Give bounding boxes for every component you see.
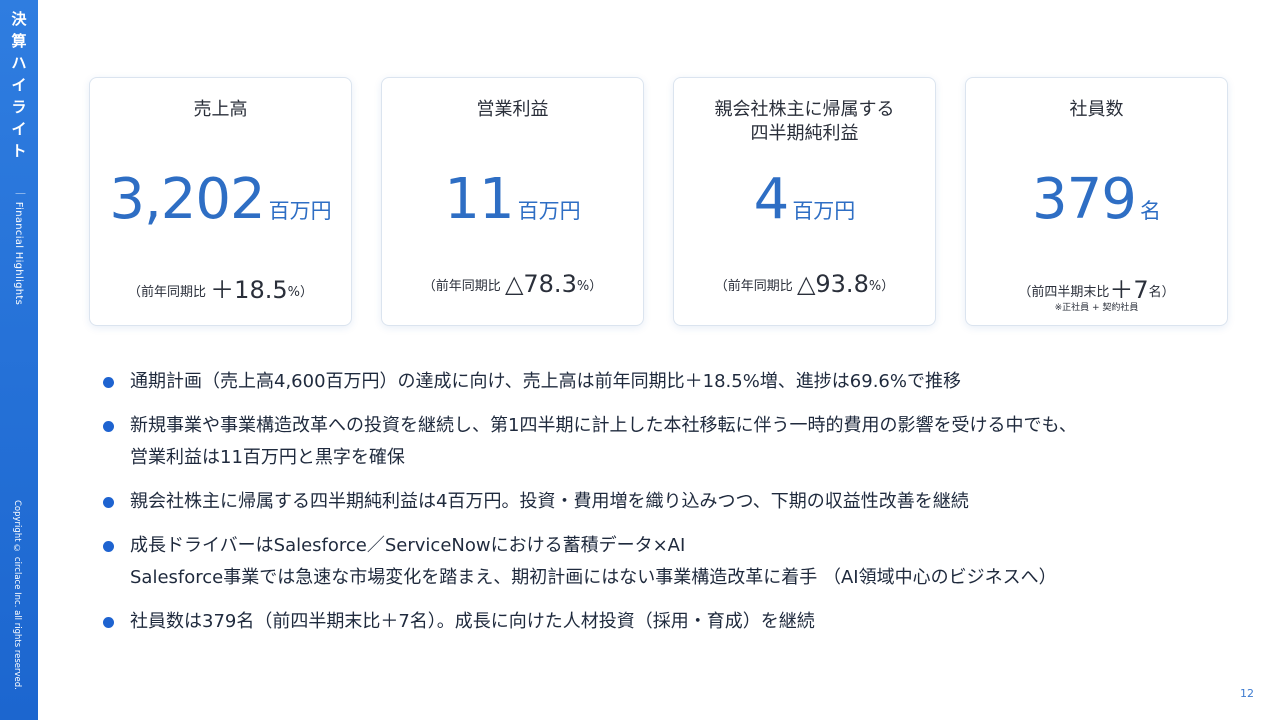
compare-prefix: （前四半期末比 [1018, 285, 1110, 300]
card-value-unit: 百万円 [268, 199, 332, 223]
compare-prefix: （前年同期比 [714, 279, 793, 294]
card-title: 売上高 [193, 99, 248, 120]
compare-prefix: （前年同期比 [128, 285, 207, 300]
card-net-income: 親会社株主に帰属する 四半期純利益 4 百万円 （前年同期比 △93.8%） [673, 77, 936, 326]
bullet-line: Salesforce事業では急速な市場変化を踏まえ、期初計画にはない事業構造改革… [130, 567, 1057, 588]
section-subtitle-text: Financial Highlights [13, 201, 24, 306]
bullet-item: 親会社株主に帰属する四半期純利益は4百万円。投資・費用増を織り込みつつ、下期の収… [100, 486, 1220, 518]
bullet-item: 新規事業や事業構造改革への投資を継続し、第1四半期に計上した本社移転に伴う一時的… [100, 410, 1220, 474]
sidebar: 決 算 ハ イ ラ イ ト ｜ Financial Highlights Cop… [0, 0, 38, 720]
card-value: 11 百万円 [382, 170, 643, 230]
card-value-unit: 名 [1139, 199, 1161, 223]
bullet-dot-icon [103, 497, 114, 508]
card-value-number: 379 [1032, 167, 1137, 232]
bullet-item: 成長ドライバーはSalesforce／ServiceNowにおける蓄積データ×A… [100, 530, 1220, 594]
card-revenue: 売上高 3,202 百万円 （前年同期比 ＋18.5%） [89, 77, 352, 326]
highlight-bullets: 通期計画（売上高4,600百万円）の達成に向け、売上高は前年同期比＋18.5%増… [100, 366, 1220, 650]
card-value: 3,202 百万円 [90, 170, 351, 230]
bullet-dot-icon [103, 377, 114, 388]
section-title-char: ラ [11, 98, 27, 116]
section-title-char: イ [11, 76, 27, 94]
card-value-number: 11 [444, 167, 514, 232]
bullet-line: 親会社株主に帰属する四半期純利益は4百万円。投資・費用増を織り込みつつ、下期の収… [130, 491, 969, 512]
card-title: 親会社株主に帰属する 四半期純利益 [714, 99, 895, 144]
card-value: 4 百万円 [674, 170, 935, 230]
compare-value: ＋18.5 [210, 276, 288, 304]
bullet-dot-icon [103, 421, 114, 432]
card-title: 社員数 [1069, 99, 1124, 120]
card-value: 379 名 [966, 170, 1227, 230]
highlight-cards: 売上高 3,202 百万円 （前年同期比 ＋18.5%） 営業利益 11 百万円 （… [89, 77, 1230, 326]
card-compare: （前年同期比 ＋18.5%） [90, 270, 351, 305]
card-value-unit: 百万円 [792, 199, 856, 223]
section-title-char: 決 [11, 10, 27, 28]
section-title-char: イ [11, 120, 27, 138]
card-employees: 社員数 379 名 （前四半期末比＋7名） ※正社員 + 契約社員 [965, 77, 1228, 326]
bullet-line: 社員数は379名（前四半期末比＋7名）。成長に向けた人材投資（採用・育成）を継続 [130, 611, 815, 632]
bullet-line: 新規事業や事業構造改革への投資を継続し、第1四半期に計上した本社移転に伴う一時的… [130, 415, 1077, 436]
card-value-number: 3,202 [109, 167, 265, 232]
card-compare: （前年同期比 △78.3%） [382, 270, 643, 298]
card-title: 営業利益 [476, 99, 549, 120]
bullet-dot-icon [103, 617, 114, 628]
bullet-line: 通期計画（売上高4,600百万円）の達成に向け、売上高は前年同期比＋18.5%増… [130, 371, 961, 392]
section-divider: ｜ [13, 188, 24, 199]
card-compare: （前年同期比 △93.8%） [674, 270, 935, 298]
compare-suffix: %） [868, 279, 895, 294]
compare-value: △78.3 [504, 270, 577, 298]
bullet-line: 営業利益は11百万円と黒字を確保 [130, 447, 405, 468]
compare-prefix: （前年同期比 [422, 279, 501, 294]
card-operating-profit: 営業利益 11 百万円 （前年同期比 △78.3%） [381, 77, 644, 326]
copyright: Copyright © circlace Inc. all rights res… [12, 500, 22, 690]
page-number: 12 [1240, 687, 1254, 700]
card-value-unit: 百万円 [517, 199, 581, 223]
bullet-item: 通期計画（売上高4,600百万円）の達成に向け、売上高は前年同期比＋18.5%増… [100, 366, 1220, 398]
bullet-item: 社員数は379名（前四半期末比＋7名）。成長に向けた人材投資（採用・育成）を継続 [100, 606, 1220, 638]
section-title-char: ト [11, 142, 27, 160]
card-note: ※正社員 + 契約社員 [1054, 303, 1139, 313]
compare-suffix: 名） [1148, 285, 1175, 300]
compare-value: △93.8 [796, 270, 869, 298]
bullet-line: 成長ドライバーはSalesforce／ServiceNowにおける蓄積データ×A… [130, 535, 686, 556]
compare-suffix: %） [287, 285, 313, 300]
section-title-char: ハ [11, 54, 27, 72]
section-title: 決 算 ハ イ ラ イ ト [0, 8, 38, 162]
bullet-dot-icon [103, 541, 114, 552]
section-title-char: 算 [11, 32, 27, 50]
compare-suffix: %） [576, 279, 603, 294]
card-value-number: 4 [753, 167, 790, 232]
section-subtitle: ｜ Financial Highlights [11, 188, 26, 305]
